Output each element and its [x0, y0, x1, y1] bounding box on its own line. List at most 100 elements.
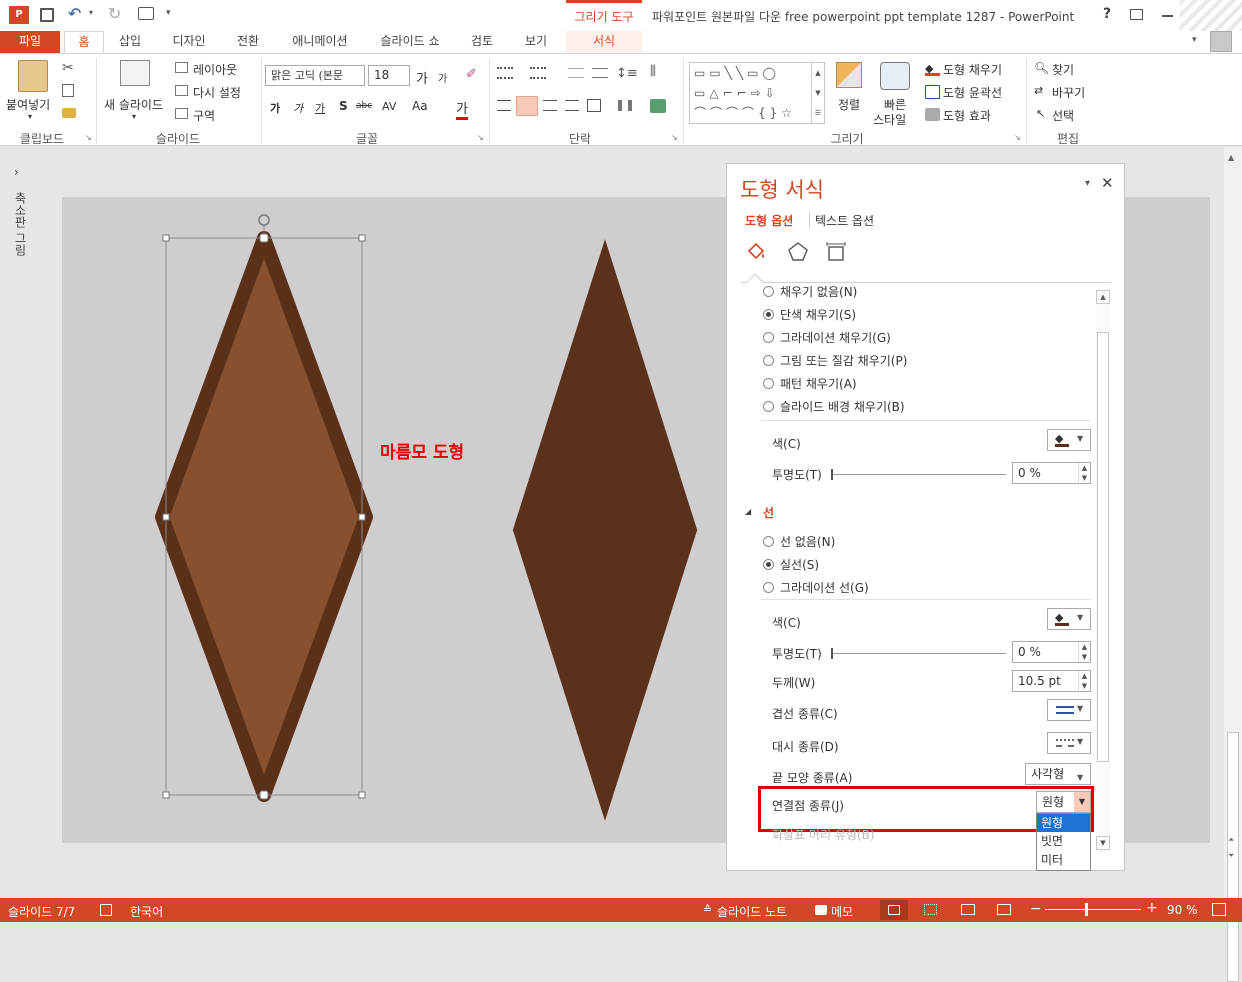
drawing-launcher-icon[interactable]: ↘: [1014, 133, 1021, 142]
text-direction-icon[interactable]: ⫼: [650, 64, 656, 79]
width-spin[interactable]: ▲ ▼: [1078, 671, 1090, 691]
justify-icon[interactable]: [565, 100, 579, 111]
tab-animations[interactable]: 애니메이션: [282, 31, 358, 53]
smartart-icon[interactable]: [650, 99, 666, 113]
clear-format-icon[interactable]: ✐: [466, 67, 477, 82]
shape-effects-button[interactable]: 도형 효과: [943, 107, 991, 124]
pane-options-icon[interactable]: ▾: [1085, 178, 1090, 189]
clipboard-launcher-icon[interactable]: ↘: [85, 133, 92, 142]
fill-transparency-spin[interactable]: ▲ ▼: [1078, 463, 1090, 483]
tab-text-options[interactable]: 텍스트 옵션: [815, 212, 874, 229]
line-transparency-spin[interactable]: ▲ ▼: [1078, 642, 1090, 662]
undo-icon[interactable]: ↶: [68, 4, 81, 23]
font-color-button[interactable]: 가: [456, 98, 468, 120]
slideshow-view-icon[interactable]: [997, 904, 1011, 915]
pane-scroll-up-icon[interactable]: ▲: [1096, 290, 1110, 304]
fit-to-window-icon[interactable]: [1212, 903, 1226, 916]
columns-icon[interactable]: [618, 100, 632, 111]
line-section-header[interactable]: 선: [763, 504, 774, 521]
rotate-handle-icon[interactable]: [258, 214, 270, 226]
fill-none-radio[interactable]: [763, 286, 774, 297]
fill-picture-radio[interactable]: [763, 355, 774, 366]
section-button[interactable]: 구역: [193, 107, 215, 124]
paste-dropdown-icon[interactable]: ▾: [28, 112, 32, 121]
language-indicator[interactable]: 한국어: [130, 903, 163, 920]
notes-button[interactable]: 슬라이드 노트: [717, 903, 787, 920]
strikethrough-button[interactable]: abc: [356, 101, 372, 111]
paragraph-launcher-icon[interactable]: ↘: [671, 133, 678, 142]
dash-type-dropdown[interactable]: ▼: [1047, 732, 1091, 754]
pane-close-icon[interactable]: ✕: [1101, 174, 1114, 192]
paste-icon[interactable]: [18, 60, 48, 92]
tab-file[interactable]: 파일: [0, 31, 60, 53]
shapes-gallery[interactable]: ▭▭╲╲▭◯ ▭△⌐⌐⇨⇩ ⌒⌒⌒⌒{}☆: [689, 62, 825, 124]
join-type-dropdown[interactable]: 원형 ▼: [1036, 791, 1091, 813]
tab-design[interactable]: 디자인: [162, 31, 216, 53]
scroll-up-icon[interactable]: ▲: [1228, 153, 1234, 162]
tab-review[interactable]: 검토: [462, 31, 502, 53]
line-gradient-option[interactable]: 그라데이션 선(G): [763, 579, 869, 596]
fill-none-option[interactable]: 채우기 없음(N): [763, 286, 857, 300]
line-none-option[interactable]: 선 없음(N): [763, 533, 835, 550]
fill-pattern-radio[interactable]: [763, 378, 774, 389]
ribbon-display-icon[interactable]: [1130, 9, 1143, 20]
font-size-combo[interactable]: 18: [368, 65, 410, 86]
minimize-icon[interactable]: [1162, 15, 1173, 17]
quick-styles-button-line2[interactable]: 스타일: [873, 111, 906, 128]
fill-background-radio[interactable]: [763, 401, 774, 412]
undo-dropdown-icon[interactable]: ▾: [89, 8, 93, 17]
zoom-out-icon[interactable]: −: [1030, 901, 1042, 917]
increase-indent-icon[interactable]: [592, 68, 608, 78]
pane-scroll-down-icon[interactable]: ▼: [1096, 836, 1110, 850]
line-transparency-slider[interactable]: [831, 648, 1006, 659]
underline-button[interactable]: 가: [315, 100, 325, 116]
redo-icon[interactable]: ↻: [108, 4, 121, 23]
align-center-icon[interactable]: [516, 96, 538, 116]
italic-button[interactable]: 가: [293, 100, 303, 116]
grow-font-button[interactable]: 가: [416, 68, 428, 87]
effects-icon[interactable]: [787, 241, 809, 266]
collapse-ribbon-icon[interactable]: ▾: [1192, 35, 1197, 45]
distributed-icon[interactable]: [587, 99, 601, 112]
fill-gradient-option[interactable]: 그라데이션 채우기(G): [763, 329, 891, 346]
tab-view[interactable]: 보기: [514, 31, 558, 53]
fill-line-icon[interactable]: [745, 241, 765, 261]
arrange-icon[interactable]: [836, 62, 862, 88]
cap-type-dropdown[interactable]: 사각형 ▼: [1025, 763, 1091, 785]
prev-slide-icon[interactable]: ⏶: [1228, 835, 1234, 845]
find-button[interactable]: 찾기: [1052, 61, 1074, 78]
normal-view-icon[interactable]: [880, 900, 908, 920]
quick-styles-icon[interactable]: [880, 62, 910, 90]
paste-button[interactable]: 붙여넣기: [6, 96, 50, 113]
customize-toolbar-icon[interactable]: ▾: [166, 8, 171, 18]
slide-sorter-icon[interactable]: [924, 904, 937, 915]
user-avatar[interactable]: [1210, 31, 1232, 52]
compound-type-dropdown[interactable]: ▼: [1047, 699, 1091, 721]
layout-button[interactable]: 레이아웃: [193, 61, 237, 78]
tab-shape-options[interactable]: 도형 옵션: [745, 212, 793, 229]
fill-background-option[interactable]: 슬라이드 배경 채우기(B): [763, 398, 905, 415]
join-option-round[interactable]: 원형: [1037, 814, 1090, 832]
editor-scrollbar[interactable]: ▲ ⏶ ⏷: [1224, 147, 1242, 982]
selected-diamond[interactable]: [155, 231, 373, 802]
second-diamond[interactable]: [512, 239, 698, 821]
tab-slideshow[interactable]: 슬라이드 쇼: [370, 31, 450, 53]
zoom-level[interactable]: 90 %: [1167, 903, 1198, 917]
cut-icon[interactable]: ✂: [62, 60, 74, 76]
line-solid-radio[interactable]: [763, 559, 774, 570]
pane-scrollbar[interactable]: ▲ ▼: [1096, 290, 1110, 852]
shapes-gallery-scroll[interactable]: ▲ ▼ ☰: [811, 63, 824, 123]
save-icon[interactable]: [40, 8, 54, 22]
next-slide-icon[interactable]: ⏷: [1228, 851, 1234, 861]
fill-solid-option[interactable]: 단색 채우기(S): [763, 306, 856, 323]
zoom-in-icon[interactable]: +: [1146, 900, 1158, 916]
decrease-indent-icon[interactable]: [568, 68, 584, 78]
bold-button[interactable]: 가: [270, 100, 280, 116]
tab-insert[interactable]: 삽입: [110, 31, 150, 53]
font-name-combo[interactable]: 맑은 고딕 (본문: [265, 65, 365, 86]
select-button[interactable]: 선택: [1052, 107, 1074, 124]
tab-home[interactable]: 홈: [64, 31, 104, 54]
line-none-radio[interactable]: [763, 536, 774, 547]
join-option-bevel[interactable]: 빗면: [1037, 832, 1090, 851]
fill-picture-option[interactable]: 그림 또는 질감 채우기(P): [763, 352, 907, 369]
